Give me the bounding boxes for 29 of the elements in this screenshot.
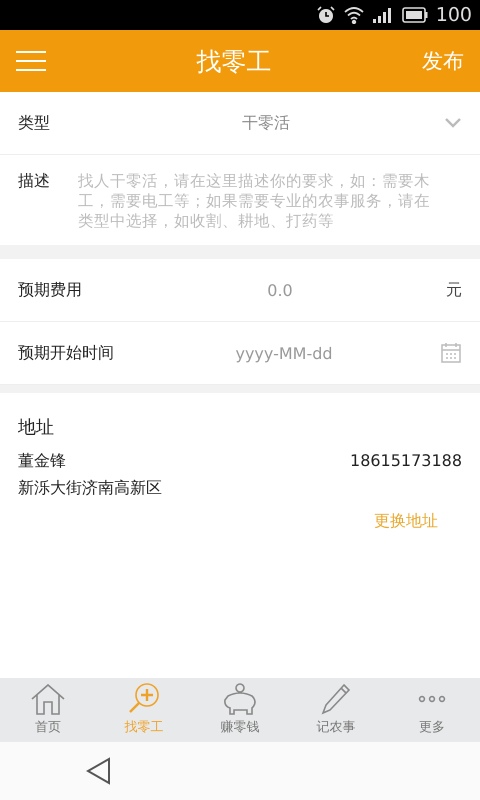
publish-button[interactable]: 发布 (422, 47, 464, 75)
field-label: 类型 (18, 112, 51, 134)
field-label: 预期开始时间 (18, 342, 115, 364)
wifi-icon (344, 6, 364, 24)
unit-label: 元 (445, 280, 462, 300)
tab-item[interactable]: 更多 (384, 678, 480, 742)
fee-field[interactable]: 0.0 (128, 280, 432, 300)
battery-icon (402, 7, 428, 23)
date-field[interactable]: yyyy-MM-dd (128, 342, 440, 364)
menu-button[interactable] (16, 49, 46, 73)
tab-item[interactable]: 赚零钱 (192, 678, 288, 742)
field-label: 预期费用 (18, 280, 83, 300)
calendar-icon[interactable] (440, 342, 462, 364)
back-icon[interactable] (86, 757, 112, 785)
alarm-icon (316, 5, 336, 25)
phone-number: 18615173188 (350, 451, 462, 472)
section-title: 地址 (18, 416, 55, 439)
tab-item[interactable]: 首页 (0, 678, 96, 742)
field-label: 描述 (18, 171, 51, 192)
more-icon (418, 695, 446, 703)
change-address-link[interactable]: 更换地址 (374, 511, 438, 532)
type-dropdown[interactable]: 干零活 (88, 112, 444, 134)
signal-icon (372, 7, 394, 23)
street-address: 新泺大街济南高新区 (18, 478, 163, 499)
page-title: 找零工 (196, 46, 272, 78)
tab-item[interactable]: 记农事 (288, 678, 384, 742)
battery-level: 100 (436, 4, 472, 26)
contact-name: 董金锋 (18, 451, 66, 472)
chevron-down-icon[interactable] (444, 117, 462, 129)
